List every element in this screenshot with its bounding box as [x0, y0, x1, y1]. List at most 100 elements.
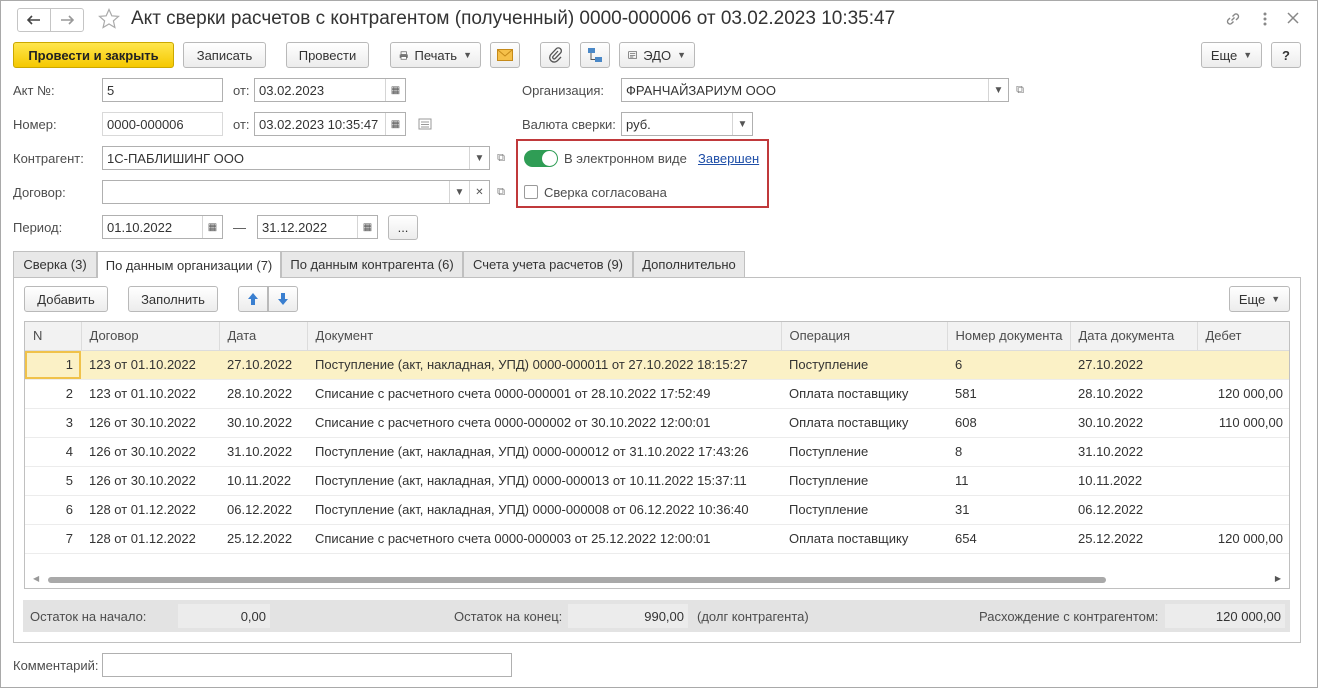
fill-button[interactable]: Заполнить [128, 286, 218, 312]
currency-field[interactable]: руб. ▼ [621, 112, 753, 136]
clear-icon[interactable]: ✕ [469, 181, 489, 203]
discrepancy-label: Расхождение с контрагентом: [979, 609, 1159, 624]
table-more-button[interactable]: Еще ▼ [1229, 286, 1290, 312]
edo-button[interactable]: ЭДО ▼ [619, 42, 695, 68]
reconciliation-table: N Договор Дата Документ Операция Номер д… [25, 322, 1289, 554]
number-date-field[interactable]: 03.02.2023 10:35:47 ▦ [254, 112, 406, 136]
column-header[interactable]: N [25, 322, 82, 351]
tab-label: По данным контрагента (6) [290, 257, 454, 272]
scroll-left-icon[interactable]: ◀ [33, 574, 39, 583]
favorite-star-icon[interactable] [97, 7, 121, 31]
column-header[interactable]: Документ [307, 322, 782, 351]
add-button[interactable]: Добавить [24, 286, 108, 312]
act-date-field[interactable]: 03.02.2023 ▦ [254, 78, 406, 102]
tab-label: Дополнительно [642, 257, 736, 272]
print-button[interactable]: Печать ▼ [390, 42, 481, 68]
chevron-down-icon[interactable]: ▼ [732, 113, 752, 135]
column-header[interactable]: Операция [781, 322, 948, 351]
tab-accounts[interactable]: Счета учета расчетов (9) [463, 251, 633, 277]
scroll-right-icon[interactable]: ▶ [1275, 574, 1281, 583]
hierarchy-icon [588, 48, 602, 62]
calendar-icon[interactable]: ▦ [385, 113, 405, 135]
chevron-down-icon: ▼ [1243, 50, 1253, 60]
post-button[interactable]: Провести [286, 42, 369, 68]
table-row[interactable]: 3 126 от 30.10.2022 30.10.2022 Списание … [25, 408, 1289, 438]
table-cell: Списание с расчетного счета 0000-000002 … [307, 408, 781, 438]
calendar-icon[interactable]: ▦ [385, 79, 405, 101]
link-icon[interactable] [1224, 10, 1242, 28]
attach-button[interactable] [540, 42, 570, 68]
agreed-checkbox[interactable] [524, 185, 538, 199]
act-number-field[interactable]: 5 [102, 78, 223, 102]
period-end-field[interactable]: 31.12.2022 ▦ [257, 215, 378, 239]
more-vertical-icon[interactable] [1259, 10, 1271, 28]
column-header[interactable]: Договор [81, 322, 220, 351]
table-row[interactable]: 6 128 от 01.12.2022 06.12.2022 Поступлен… [25, 495, 1289, 525]
currency-value: руб. [626, 116, 651, 132]
chevron-down-icon[interactable]: ▼ [469, 147, 489, 169]
period-select-button[interactable]: ... [388, 215, 418, 240]
tab-reconciliation[interactable]: Сверка (3) [13, 251, 97, 277]
number-date-from-label: от: [233, 117, 250, 132]
column-header[interactable]: Номер документа [947, 322, 1071, 351]
column-header[interactable]: Дата документа [1070, 322, 1198, 351]
save-button[interactable]: Записать [183, 42, 266, 68]
email-button[interactable] [490, 42, 520, 68]
tab-counterparty-data[interactable]: По данным контрагента (6) [281, 251, 463, 277]
add-label: Добавить [37, 291, 95, 307]
list-icon[interactable] [418, 117, 432, 131]
back-button[interactable] [17, 8, 51, 32]
close-icon[interactable] [1286, 11, 1300, 25]
start-balance-text: 0,00 [240, 609, 266, 624]
electronic-toggle[interactable] [524, 150, 558, 167]
contract-field[interactable]: ▼ ✕ [102, 180, 490, 204]
table-cell: 128 от 01.12.2022 [81, 495, 219, 525]
counterparty-field[interactable]: 1С-ПАБЛИШИНГ ООО ▼ [102, 146, 490, 170]
table-cell: Оплата поставщику [781, 524, 947, 554]
end-balance-value: 990,00 [568, 604, 688, 628]
table-row[interactable]: 7 128 от 01.12.2022 25.12.2022 Списание … [25, 524, 1289, 554]
more-button[interactable]: Еще ▼ [1201, 42, 1262, 68]
period-dash: — [233, 220, 246, 235]
status-link[interactable]: Завершен [698, 151, 759, 166]
end-balance-label: Остаток на конец: [454, 609, 563, 624]
table-more-label: Еще [1238, 291, 1266, 307]
open-organization-icon[interactable]: ⧉ [1011, 78, 1029, 102]
tab-organization-data[interactable]: По данным организации (7) [97, 251, 281, 278]
end-balance-text: 990,00 [644, 609, 684, 624]
table-cell: 25.12.2022 [1070, 524, 1197, 554]
open-counterparty-icon[interactable]: ⧉ [492, 146, 510, 170]
column-header[interactable]: Дата [219, 322, 308, 351]
scrollbar-thumb[interactable] [48, 577, 1106, 583]
table-cell: 8 [947, 437, 1070, 467]
tab-additional[interactable]: Дополнительно [633, 251, 745, 277]
period-start-field[interactable]: 01.10.2022 ▦ [102, 215, 223, 239]
column-header[interactable]: Дебет [1197, 322, 1289, 351]
table-row[interactable]: 2 123 от 01.10.2022 28.10.2022 Списание … [25, 379, 1289, 409]
table-row[interactable]: 1 123 от 01.10.2022 27.10.2022 Поступлен… [25, 350, 1289, 380]
envelope-icon [497, 49, 513, 61]
number-field[interactable]: 0000-000006 [102, 112, 223, 136]
chevron-down-icon[interactable]: ▼ [449, 181, 469, 203]
organization-field[interactable]: ФРАНЧАЙЗАРИУМ ООО ▼ [621, 78, 1009, 102]
table-cell: 126 от 30.10.2022 [81, 437, 219, 467]
table-cell: 581 [947, 379, 1070, 409]
table-cell: 3 [25, 408, 81, 438]
table-row[interactable]: 4 126 от 30.10.2022 31.10.2022 Поступлен… [25, 437, 1289, 467]
table-row[interactable]: 5 126 от 30.10.2022 10.11.2022 Поступлен… [25, 466, 1289, 496]
post-and-close-button[interactable]: Провести и закрыть [13, 42, 174, 68]
calendar-icon[interactable]: ▦ [202, 216, 222, 238]
open-contract-icon[interactable]: ⧉ [492, 180, 510, 204]
help-button[interactable]: ? [1271, 42, 1301, 68]
chevron-down-icon[interactable]: ▼ [988, 79, 1008, 101]
more-label: Еще [1210, 47, 1238, 63]
move-up-button[interactable] [238, 286, 268, 312]
number-date-value: 03.02.2023 10:35:47 [259, 116, 379, 132]
comment-field[interactable] [102, 653, 512, 677]
calendar-icon[interactable]: ▦ [357, 216, 377, 238]
table-cell: 10.11.2022 [1070, 466, 1197, 496]
horizontal-scrollbar[interactable]: ◀ ▶ [25, 572, 1289, 588]
forward-button[interactable] [50, 8, 84, 32]
structure-button[interactable] [580, 42, 610, 68]
move-down-button[interactable] [268, 286, 298, 312]
